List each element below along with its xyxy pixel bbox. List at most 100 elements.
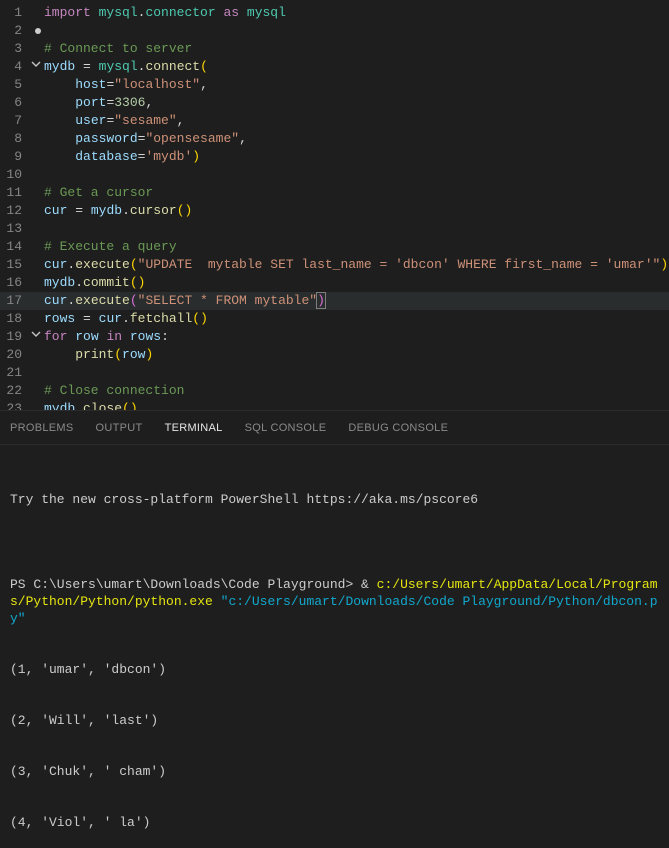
code-line[interactable]: 13 (0, 220, 669, 238)
panel-tab-sql-console[interactable]: SQL CONSOLE (245, 422, 327, 434)
line-number: 19 (0, 328, 28, 346)
code-line[interactable]: 19 for row in rows: (0, 328, 669, 346)
line-number: 16 (0, 274, 28, 292)
line-number: 12 (0, 202, 28, 220)
code-content[interactable]: user="sesame", (44, 112, 669, 130)
line-number: 2 (0, 22, 28, 40)
fold-gutter[interactable] (28, 58, 44, 76)
line-number: 8 (0, 130, 28, 148)
code-line[interactable]: 12 cur = mydb.cursor() (0, 202, 669, 220)
code-editor[interactable]: 1 import mysql.connector as mysql 23 # Conn… (0, 0, 669, 410)
code-content[interactable]: # Connect to server (44, 40, 669, 58)
code-content[interactable]: port=3306, (44, 94, 669, 112)
line-number: 6 (0, 94, 28, 112)
code-line[interactable]: 10 (0, 166, 669, 184)
terminal-panel[interactable]: Try the new cross-platform PowerShell ht… (0, 445, 669, 848)
terminal-output: (1, 'umar', 'dbcon') (10, 661, 659, 678)
code-content[interactable]: mydb.commit() (44, 274, 669, 292)
code-line[interactable]: 16 mydb.commit() (0, 274, 669, 292)
code-content[interactable]: cur = mydb.cursor() (44, 202, 669, 220)
panel-tab-output[interactable]: OUTPUT (96, 422, 143, 434)
fold-gutter (28, 310, 44, 328)
fold-gutter (28, 400, 44, 410)
line-number: 3 (0, 40, 28, 58)
terminal-line: Try the new cross-platform PowerShell ht… (10, 491, 659, 508)
terminal-line: PS C:\Users\umart\Downloads\Code Playgro… (10, 576, 659, 627)
code-content[interactable]: # Close connection (44, 382, 669, 400)
code-content[interactable]: cur.execute("UPDATE mytable SET last_nam… (44, 256, 669, 274)
code-line[interactable]: 6 port=3306, (0, 94, 669, 112)
panel-tab-bar: PROBLEMS OUTPUT TERMINAL SQL CONSOLE DEBUG C… (0, 410, 669, 445)
chevron-down-icon (31, 329, 41, 339)
line-number: 18 (0, 310, 28, 328)
code-content[interactable] (44, 364, 669, 382)
terminal-output: (4, 'Viol', ' la') (10, 814, 659, 831)
code-line[interactable]: 15 cur.execute("UPDATE mytable SET last_n… (0, 256, 669, 274)
code-line[interactable]: 2 (0, 22, 669, 40)
code-line[interactable]: 21 (0, 364, 669, 382)
fold-gutter (28, 76, 44, 94)
line-number: 7 (0, 112, 28, 130)
line-number: 22 (0, 382, 28, 400)
line-number: 13 (0, 220, 28, 238)
code-content[interactable]: mydb = mysql.connect( (44, 58, 669, 76)
code-content[interactable]: for row in rows: (44, 328, 669, 346)
fold-gutter (28, 148, 44, 166)
code-content[interactable]: # Get a cursor (44, 184, 669, 202)
code-line[interactable]: 22 # Close connection (0, 382, 669, 400)
code-content[interactable]: host="localhost", (44, 76, 669, 94)
line-number: 10 (0, 166, 28, 184)
fold-gutter (28, 40, 44, 58)
fold-gutter (28, 238, 44, 256)
code-line[interactable]: 1 import mysql.connector as mysql (0, 4, 669, 22)
panel-tab-debug-console[interactable]: DEBUG CONSOLE (348, 422, 448, 434)
code-line[interactable]: 4 mydb = mysql.connect( (0, 58, 669, 76)
code-line[interactable]: 5 host="localhost", (0, 76, 669, 94)
code-line[interactable]: 3 # Connect to server (0, 40, 669, 58)
fold-gutter (28, 166, 44, 184)
line-number: 4 (0, 58, 28, 76)
code-line[interactable]: 8 password="opensesame", (0, 130, 669, 148)
terminal-prompt: PS C:\Users\umart\Downloads\Code Playgro… (10, 577, 377, 592)
fold-gutter (28, 382, 44, 400)
fold-gutter[interactable] (28, 328, 44, 346)
chevron-down-icon (31, 59, 41, 69)
breakpoint-hint-icon (35, 28, 41, 34)
code-content[interactable] (44, 220, 669, 238)
code-content[interactable]: cur.execute("SELECT * FROM mytable") (44, 292, 669, 310)
panel-tab-problems[interactable]: PROBLEMS (10, 422, 74, 434)
line-number: 21 (0, 364, 28, 382)
fold-gutter (28, 184, 44, 202)
code-line[interactable]: 20 print(row) (0, 346, 669, 364)
code-line[interactable]: 23 mydb.close() (0, 400, 669, 410)
fold-gutter (28, 130, 44, 148)
fold-gutter (28, 202, 44, 220)
code-content[interactable]: password="opensesame", (44, 130, 669, 148)
fold-gutter (28, 256, 44, 274)
panel-tab-terminal[interactable]: TERMINAL (165, 422, 223, 434)
code-line[interactable]: 14# Execute a query (0, 238, 669, 256)
terminal-output: (3, 'Chuk', ' cham') (10, 763, 659, 780)
code-content[interactable]: mydb.close() (44, 400, 669, 410)
fold-gutter (28, 112, 44, 130)
fold-gutter (28, 292, 44, 310)
line-number: 15 (0, 256, 28, 274)
fold-gutter (28, 346, 44, 364)
code-line[interactable]: 11# Get a cursor (0, 184, 669, 202)
code-content[interactable]: # Execute a query (44, 238, 669, 256)
line-number: 23 (0, 400, 28, 410)
code-line[interactable]: 7 user="sesame", (0, 112, 669, 130)
code-line[interactable]: 9 database='mydb') (0, 148, 669, 166)
code-content[interactable]: import mysql.connector as mysql (44, 4, 669, 22)
code-content[interactable]: database='mydb') (44, 148, 669, 166)
code-content[interactable]: print(row) (44, 346, 669, 364)
code-content[interactable] (44, 166, 669, 184)
code-content[interactable]: rows = cur.fetchall() (44, 310, 669, 328)
line-number: 1 (0, 4, 28, 22)
fold-gutter (28, 22, 44, 40)
code-line[interactable]: 17cur.execute("SELECT * FROM mytable") (0, 292, 669, 310)
fold-gutter (28, 94, 44, 112)
fold-gutter (28, 364, 44, 382)
code-content[interactable] (44, 22, 669, 40)
code-line[interactable]: 18 rows = cur.fetchall() (0, 310, 669, 328)
